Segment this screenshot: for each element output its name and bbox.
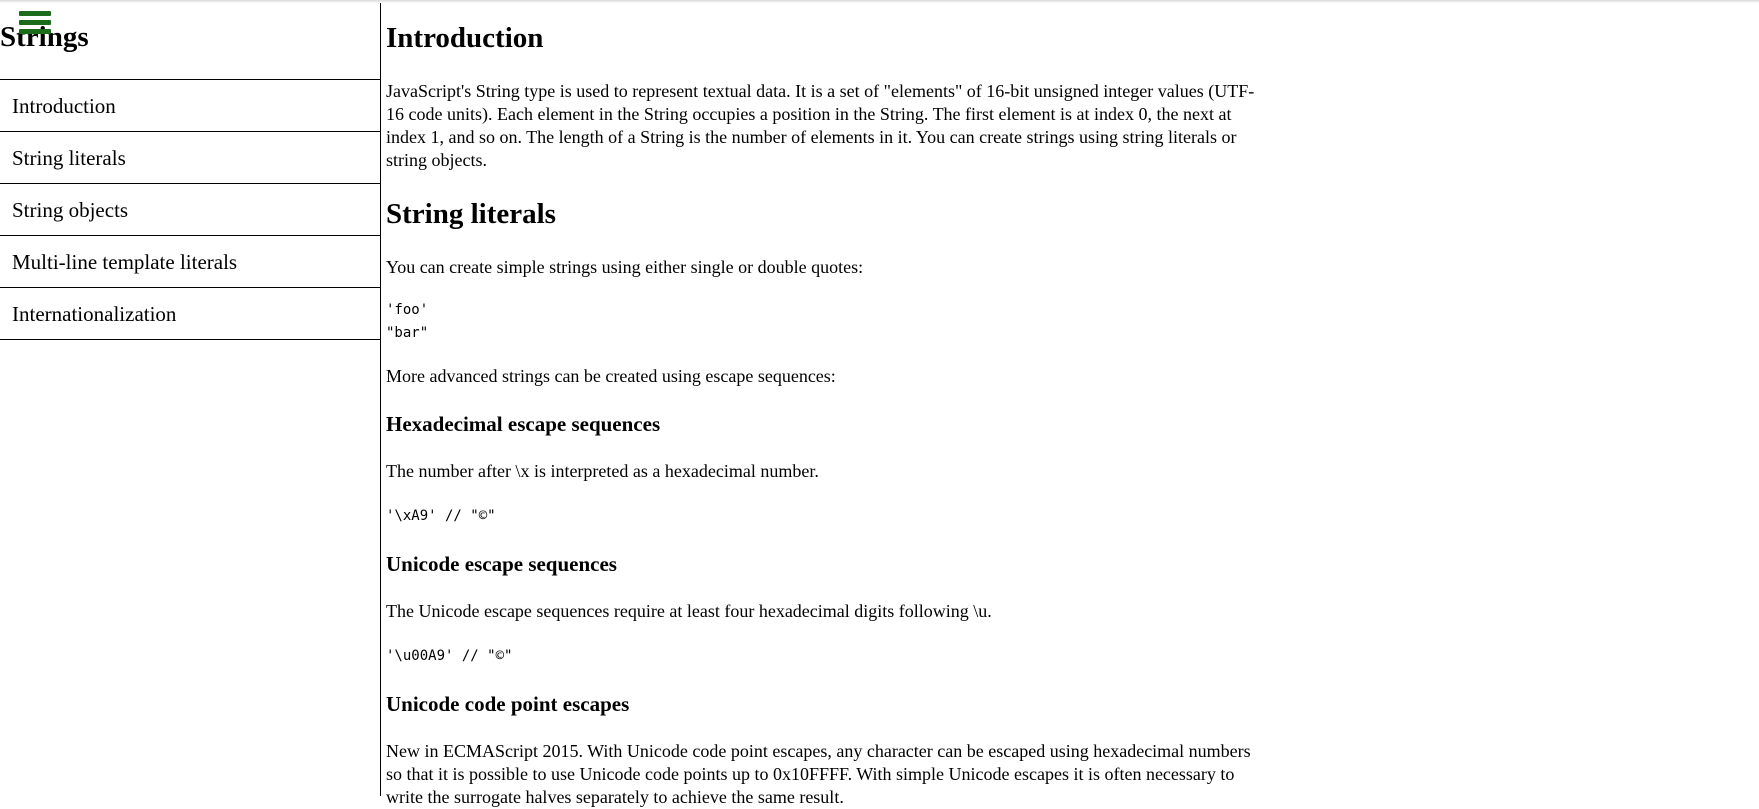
- string-literals-code: 'foo' "bar": [386, 302, 429, 341]
- subheading-unicode-code-point: Unicode code point escapes: [386, 692, 630, 716]
- sidebar-item-multi-line-template-literals[interactable]: Multi-line template literals: [0, 236, 381, 288]
- introduction-paragraph: JavaScript's String type is used to repr…: [386, 81, 1255, 170]
- subheading-hexadecimal-escape: Hexadecimal escape sequences: [386, 412, 661, 436]
- hamburger-menu-icon[interactable]: [19, 11, 51, 39]
- sidebar-nav: Introduction String literals String obje…: [0, 79, 381, 340]
- string-literals-paragraph: You can create simple strings using eith…: [386, 257, 864, 277]
- top-shadow: [0, 0, 1759, 3]
- sidebar-item-introduction[interactable]: Introduction: [0, 80, 381, 132]
- hexadecimal-paragraph: The number after \x is interpreted as a …: [386, 461, 819, 481]
- unicode-escape-paragraph: The Unicode escape sequences require at …: [386, 601, 992, 621]
- sidebar-item-string-literals[interactable]: String literals: [0, 132, 381, 184]
- sidebar-item-string-objects[interactable]: String objects: [0, 184, 381, 236]
- unicode-escape-code: '\u00A9' // "©": [386, 648, 513, 664]
- sidebar-item-internationalization[interactable]: Internationalization: [0, 288, 381, 340]
- subheading-unicode-escape: Unicode escape sequences: [386, 552, 617, 576]
- section-heading-introduction: Introduction: [386, 22, 544, 54]
- section-heading-string-literals: String literals: [386, 198, 556, 230]
- escape-sequences-paragraph: More advanced strings can be created usi…: [386, 366, 836, 386]
- code-point-paragraph: New in ECMAScript 2015. With Unicode cod…: [386, 741, 1251, 807]
- hexadecimal-code: '\xA9' // "©": [386, 508, 496, 524]
- sidebar: Strings Introduction String literals Str…: [0, 0, 381, 796]
